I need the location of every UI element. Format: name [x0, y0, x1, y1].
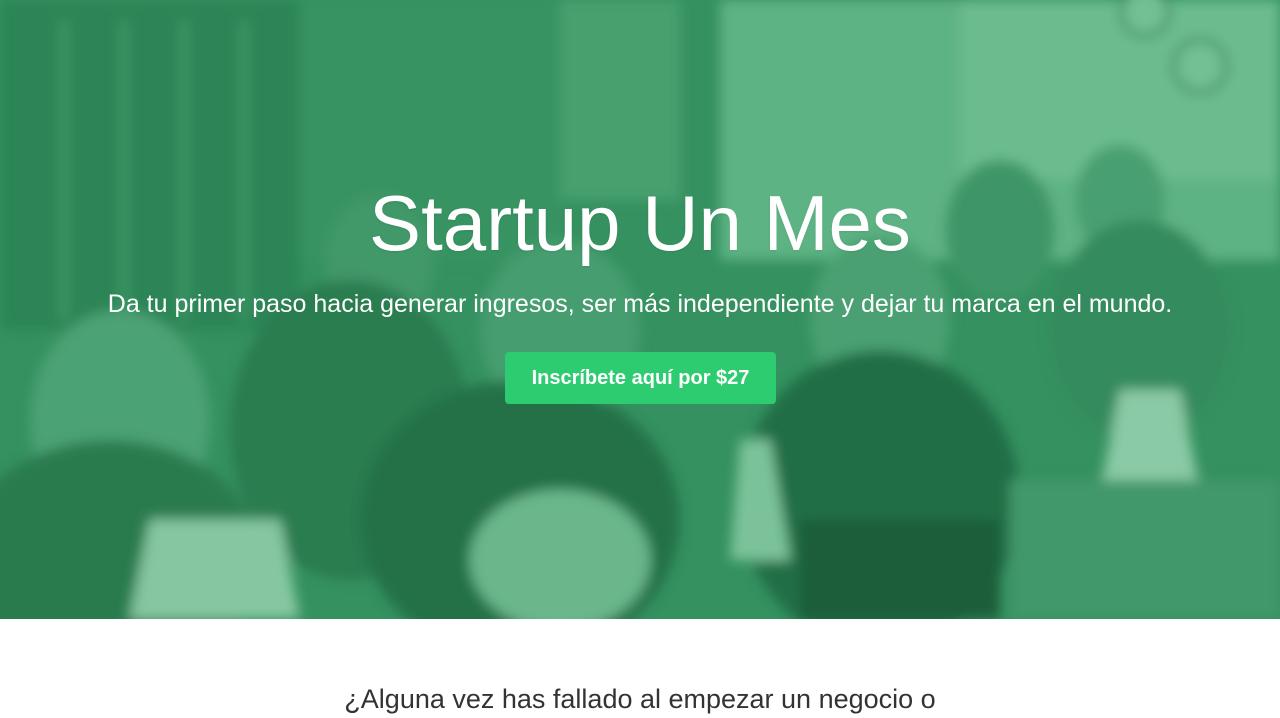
intro-question: ¿Alguna vez has fallado al empezar un ne… [344, 684, 936, 714]
hero-section: Startup Un Mes Da tu primer paso hacia g… [0, 0, 1280, 619]
signup-button[interactable]: Inscríbete aquí por $27 [505, 352, 776, 404]
hero-content: Startup Un Mes Da tu primer paso hacia g… [0, 0, 1280, 619]
hero-subtitle: Da tu primer paso hacia generar ingresos… [107, 290, 1173, 318]
hero-title: Startup Un Mes [369, 179, 911, 267]
